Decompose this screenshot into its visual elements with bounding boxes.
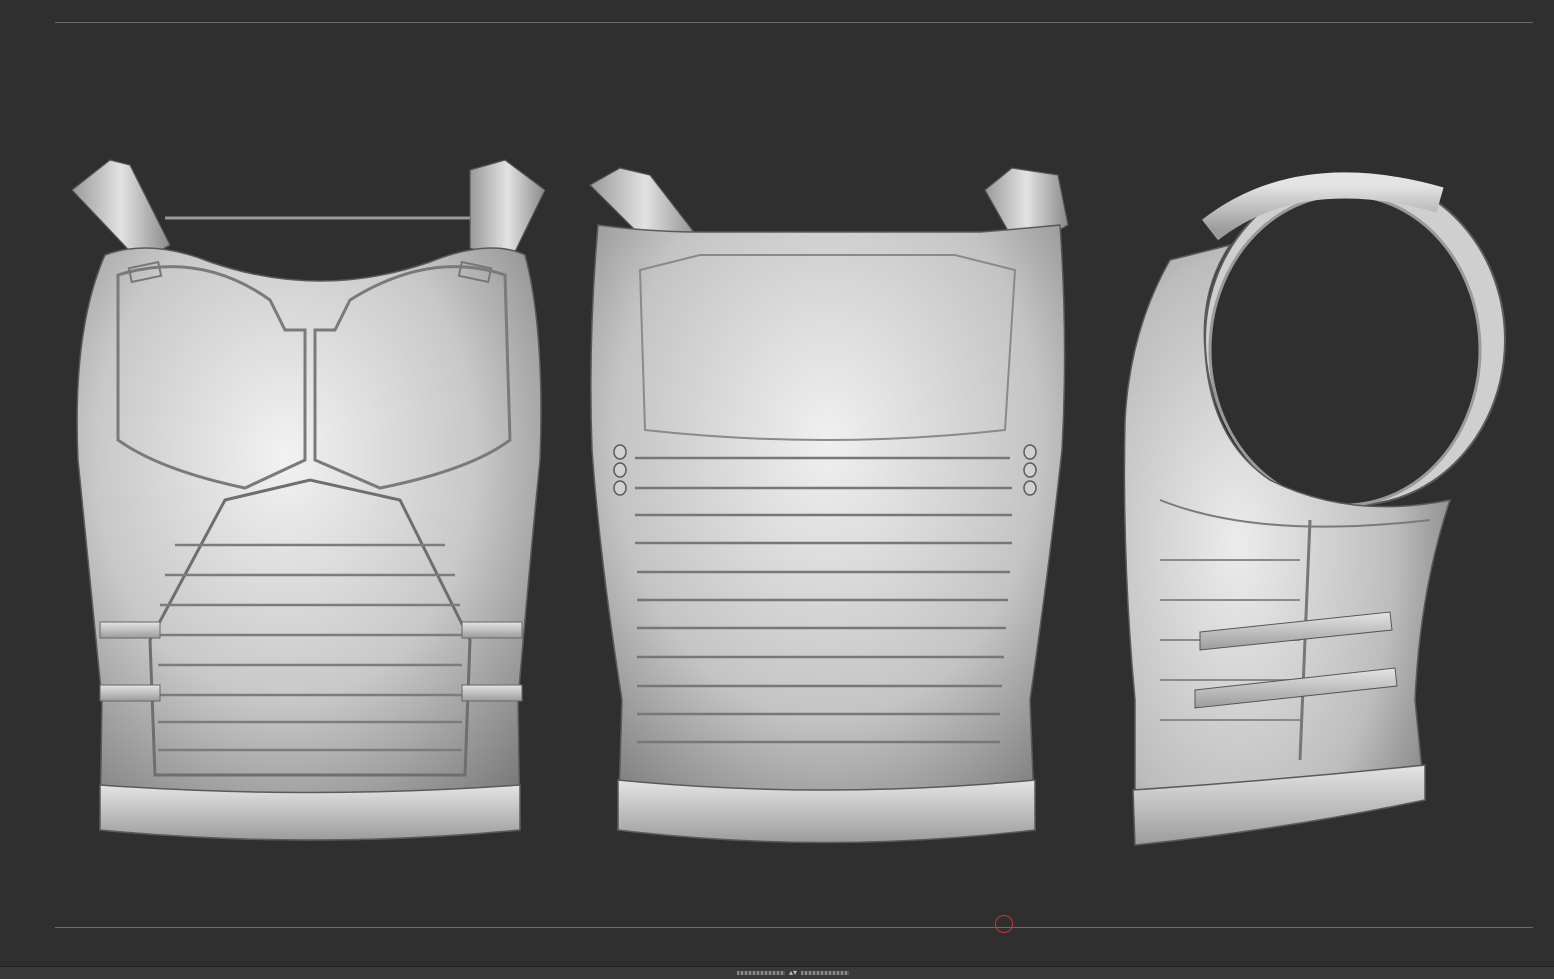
- tray-grip-right: [801, 970, 850, 975]
- bottom-tray[interactable]: ▴▾: [0, 966, 1554, 979]
- canvas-viewport[interactable]: [0, 0, 1554, 966]
- sculpt-model-views[interactable]: [0, 0, 1554, 966]
- tray-toggle-arrows-icon[interactable]: ▴▾: [789, 969, 797, 977]
- tray-toggle-handle[interactable]: ▴▾: [728, 969, 858, 977]
- side-view[interactable]: [1123, 172, 1506, 846]
- tray-grip-left: [736, 970, 785, 975]
- brush-cursor-indicator[interactable]: [995, 915, 1013, 933]
- back-view[interactable]: [589, 167, 1069, 844]
- front-view[interactable]: [71, 159, 546, 841]
